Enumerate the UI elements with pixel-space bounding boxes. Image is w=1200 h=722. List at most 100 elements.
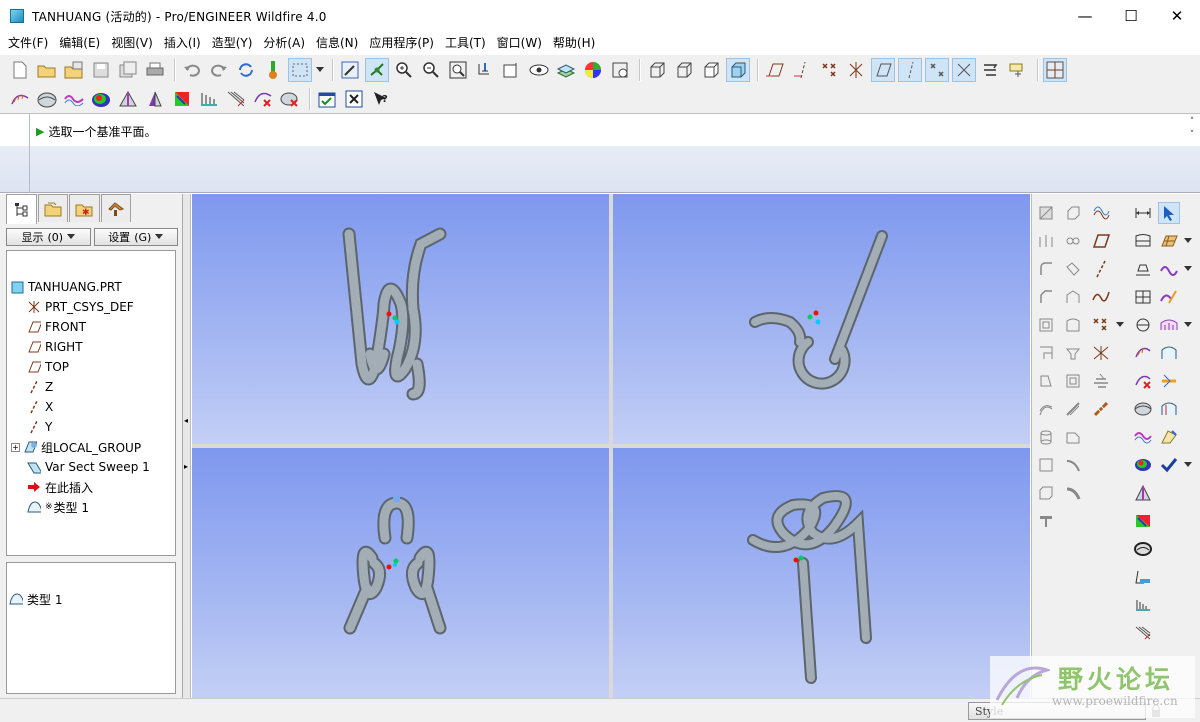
tool-icon[interactable] [1035,510,1057,532]
viewport-top[interactable] [613,194,1030,444]
menu-help[interactable]: 帮助(H) [549,32,599,54]
delete-analysis-icon[interactable] [1132,370,1154,392]
viewport-front[interactable] [192,194,609,444]
revolve-icon[interactable] [1062,230,1084,252]
view-manager-icon[interactable] [527,58,551,82]
style-curve-icon[interactable] [1158,258,1180,280]
delete-curvature-icon[interactable] [251,87,275,111]
datum-point-display-icon[interactable] [817,58,841,82]
zoom-out-icon[interactable] [419,58,443,82]
copy-icon[interactable] [1062,202,1084,224]
datum-plane-tool-icon[interactable] [1090,230,1112,252]
menu-edit[interactable]: 编辑(E) [55,32,104,54]
offset-icon[interactable] [224,87,248,111]
sketch-mode-icon[interactable] [1043,58,1067,82]
select-dropdown-icon[interactable] [315,58,325,82]
print-icon[interactable] [143,58,167,82]
edit-surface-icon[interactable] [1158,426,1180,448]
repaint-icon[interactable] [338,58,362,82]
cylinder-icon[interactable] [1035,426,1057,448]
flip-icon[interactable] [1035,230,1057,252]
save-copy-icon[interactable] [116,58,140,82]
spin-center-display-icon[interactable] [1006,58,1030,82]
delete-shading-icon[interactable] [278,87,302,111]
layers-icon[interactable] [554,58,578,82]
model-tree-tab[interactable] [6,194,37,224]
curve-analysis-icon[interactable] [8,87,32,111]
panel-splitter[interactable]: ◂ ▸ [183,194,191,698]
trim-icon[interactable] [1062,342,1084,364]
saved-views-icon[interactable] [500,58,524,82]
menu-insert[interactable]: 插入(I) [160,32,205,54]
csys-display-icon[interactable] [844,58,868,82]
curve-analysis-tool-icon[interactable] [1132,342,1154,364]
expand-toggle-icon[interactable]: + [11,442,20,452]
reflection-icon[interactable] [170,87,194,111]
model-display-icon[interactable] [608,58,632,82]
collapse-left-icon[interactable]: ◂ [184,416,188,425]
tree-node-axis-z[interactable]: Z [27,377,53,397]
datum-axis-display-icon[interactable] [790,58,814,82]
csys-toggle-icon[interactable] [952,58,976,82]
surface-dropdown-icon[interactable] [1182,230,1194,252]
warp-icon[interactable] [1062,482,1084,504]
open-file-icon[interactable] [35,58,59,82]
cancel-feature-icon[interactable] [342,87,366,111]
show-dropdown[interactable]: 显示 (0) [6,228,91,246]
plane-toggle-icon[interactable] [871,58,895,82]
edit-curve-icon[interactable] [1158,286,1180,308]
message-scrollbar[interactable]: ˄ ˅ [1186,116,1198,144]
favorites-tab[interactable]: ✱ [69,194,100,222]
connections-tab[interactable] [100,194,131,222]
sketch-plane-icon[interactable] [1132,230,1154,252]
graphics-window[interactable] [192,194,1030,698]
dimension-icon[interactable] [1132,202,1154,224]
protrusion-icon[interactable] [1035,454,1057,476]
chamfer-icon[interactable] [1035,286,1057,308]
curvature-icon[interactable] [62,87,86,111]
context-help-icon[interactable]: ? [369,87,393,111]
menu-info[interactable]: 信息(N) [312,32,362,54]
offset-surface-icon[interactable] [1062,370,1084,392]
tree-node-group[interactable]: + 组LOCAL_GROUP [11,437,141,457]
datum-plane-display-icon[interactable] [763,58,787,82]
zoom-in-icon[interactable] [392,58,416,82]
tree-node-style[interactable]: ※ 类型 1 [27,497,89,517]
curvature-tool-icon[interactable] [1132,426,1154,448]
rib-icon[interactable] [1035,342,1057,364]
shading-icon[interactable] [726,58,750,82]
section-tool-icon[interactable] [1132,566,1154,588]
new-file-icon[interactable] [8,58,32,82]
tree-node-part[interactable]: TANHUANG.PRT [10,277,122,297]
boundary-icon[interactable] [1062,314,1084,336]
regenerate-icon[interactable] [234,58,258,82]
style-surface-icon[interactable] [1158,230,1180,252]
expand-right-icon[interactable]: ▸ [184,462,188,471]
curve-dropdown-icon[interactable] [1182,258,1194,280]
round-icon[interactable] [1035,258,1057,280]
wrap-icon[interactable] [1062,454,1084,476]
reorient-icon[interactable] [473,58,497,82]
slope-icon[interactable] [143,87,167,111]
draft-tool-icon[interactable] [1132,482,1154,504]
minimize-button[interactable]: — [1062,0,1108,32]
hole-icon[interactable] [1035,202,1057,224]
undo-icon[interactable] [180,58,204,82]
done-feature-icon[interactable] [315,87,339,111]
close-button[interactable]: ✕ [1154,0,1200,32]
color-map-tool-icon[interactable] [1132,454,1154,476]
point-dropdown-icon[interactable] [1115,314,1125,336]
sketched-curve-icon[interactable] [1090,286,1112,308]
wireframe-icon[interactable] [645,58,669,82]
tree-node-insert-here[interactable]: 在此插入 [27,477,93,497]
blend-dropdown-icon[interactable] [1182,314,1194,336]
shaded-surface-icon[interactable] [1132,538,1154,560]
menu-tools[interactable]: 工具(T) [441,32,490,54]
accept-check-icon[interactable] [1158,454,1180,476]
menu-window[interactable]: 窗口(W) [493,32,546,54]
regen-manager-icon[interactable] [261,58,285,82]
tree-node-front[interactable]: FRONT [27,317,86,337]
cut-icon[interactable] [1035,482,1057,504]
draft-analysis-icon[interactable] [116,87,140,111]
reflection-tool-icon[interactable] [1132,510,1154,532]
